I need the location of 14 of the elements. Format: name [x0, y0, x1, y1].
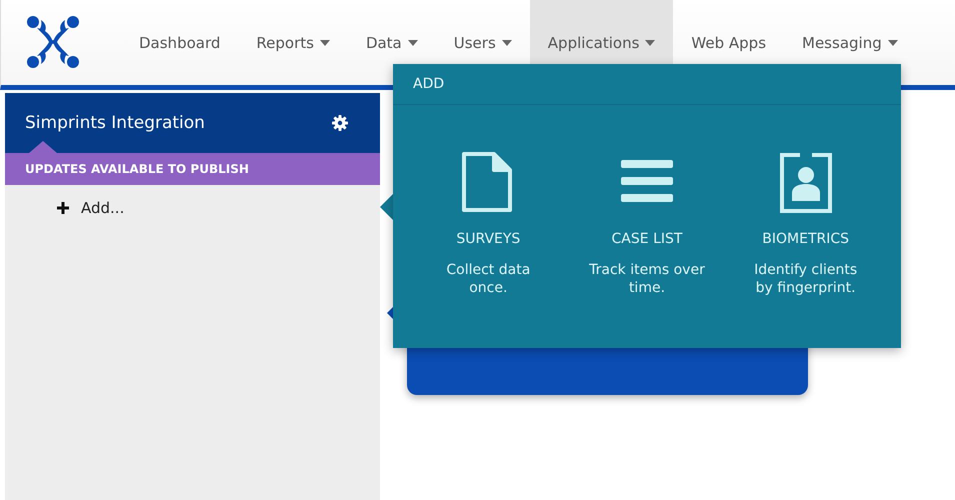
updates-banner: UPDATES AVAILABLE TO PUBLISH — [5, 153, 380, 185]
nav-tab[interactable]: Messaging — [784, 0, 916, 85]
settings-icon[interactable] — [332, 115, 348, 131]
menu-option[interactable]: CASE LIST Track items over time. — [582, 151, 712, 298]
nav-tab[interactable]: Reports — [238, 0, 348, 85]
logo-icon[interactable] — [25, 14, 81, 70]
menu-option[interactable]: BIOMETRICS Identify clients by fingerprint. — [740, 151, 871, 298]
menu-option[interactable]: SURVEYS Collect data once. — [423, 151, 554, 298]
menu-header: ADD — [413, 76, 444, 92]
app-title: Simprints Integration — [25, 113, 205, 133]
plus-icon — [57, 202, 69, 214]
add-link[interactable]: Add... — [57, 199, 380, 217]
nav-tab[interactable]: Dashboard — [121, 0, 238, 85]
id-badge-icon — [778, 151, 834, 213]
